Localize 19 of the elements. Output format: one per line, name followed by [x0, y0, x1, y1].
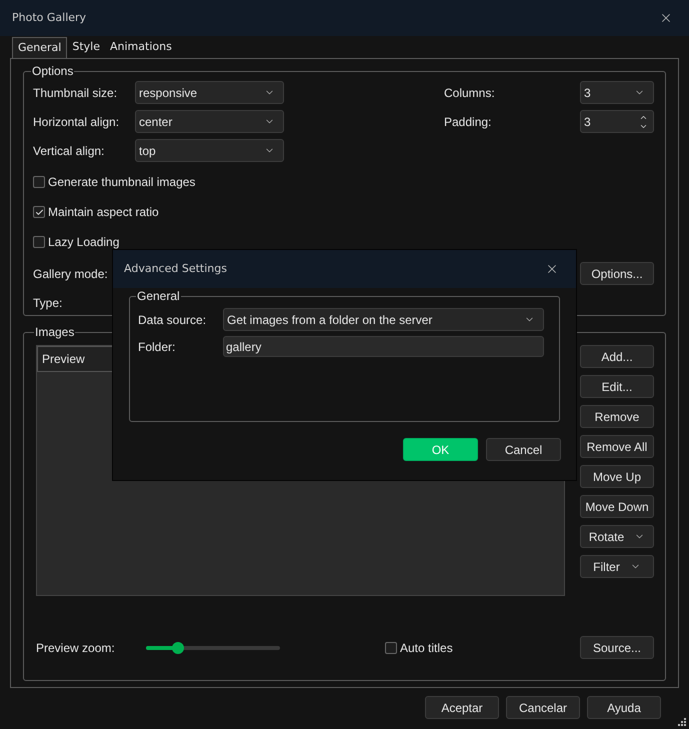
checkbox-label: Lazy Loading	[48, 234, 120, 251]
checkbox-label: Maintain aspect ratio	[48, 204, 159, 221]
field-label: Folder:	[138, 338, 176, 356]
field-label: Horizontal align:	[33, 114, 120, 130]
field-label: Columns:	[444, 84, 496, 102]
field-label: Preview zoom:	[36, 640, 116, 656]
field-label: Gallery mode:	[33, 266, 108, 282]
group-title: General	[136, 288, 181, 305]
checkbox-label: Auto titles	[400, 640, 453, 656]
field-label: Vertical align:	[33, 142, 106, 160]
group-title: Options	[31, 63, 74, 80]
field-label: Data source:	[138, 312, 208, 328]
field-label: Padding:	[444, 114, 492, 130]
checkbox-label: Generate thumbnail images	[48, 174, 196, 191]
field-label: Thumbnail size:	[33, 84, 118, 102]
dialog-title: Advanced Settings	[124, 260, 227, 277]
window-title: Photo Gallery	[12, 10, 86, 26]
field-label: Type:	[33, 295, 62, 312]
group-title: Images	[34, 324, 76, 341]
